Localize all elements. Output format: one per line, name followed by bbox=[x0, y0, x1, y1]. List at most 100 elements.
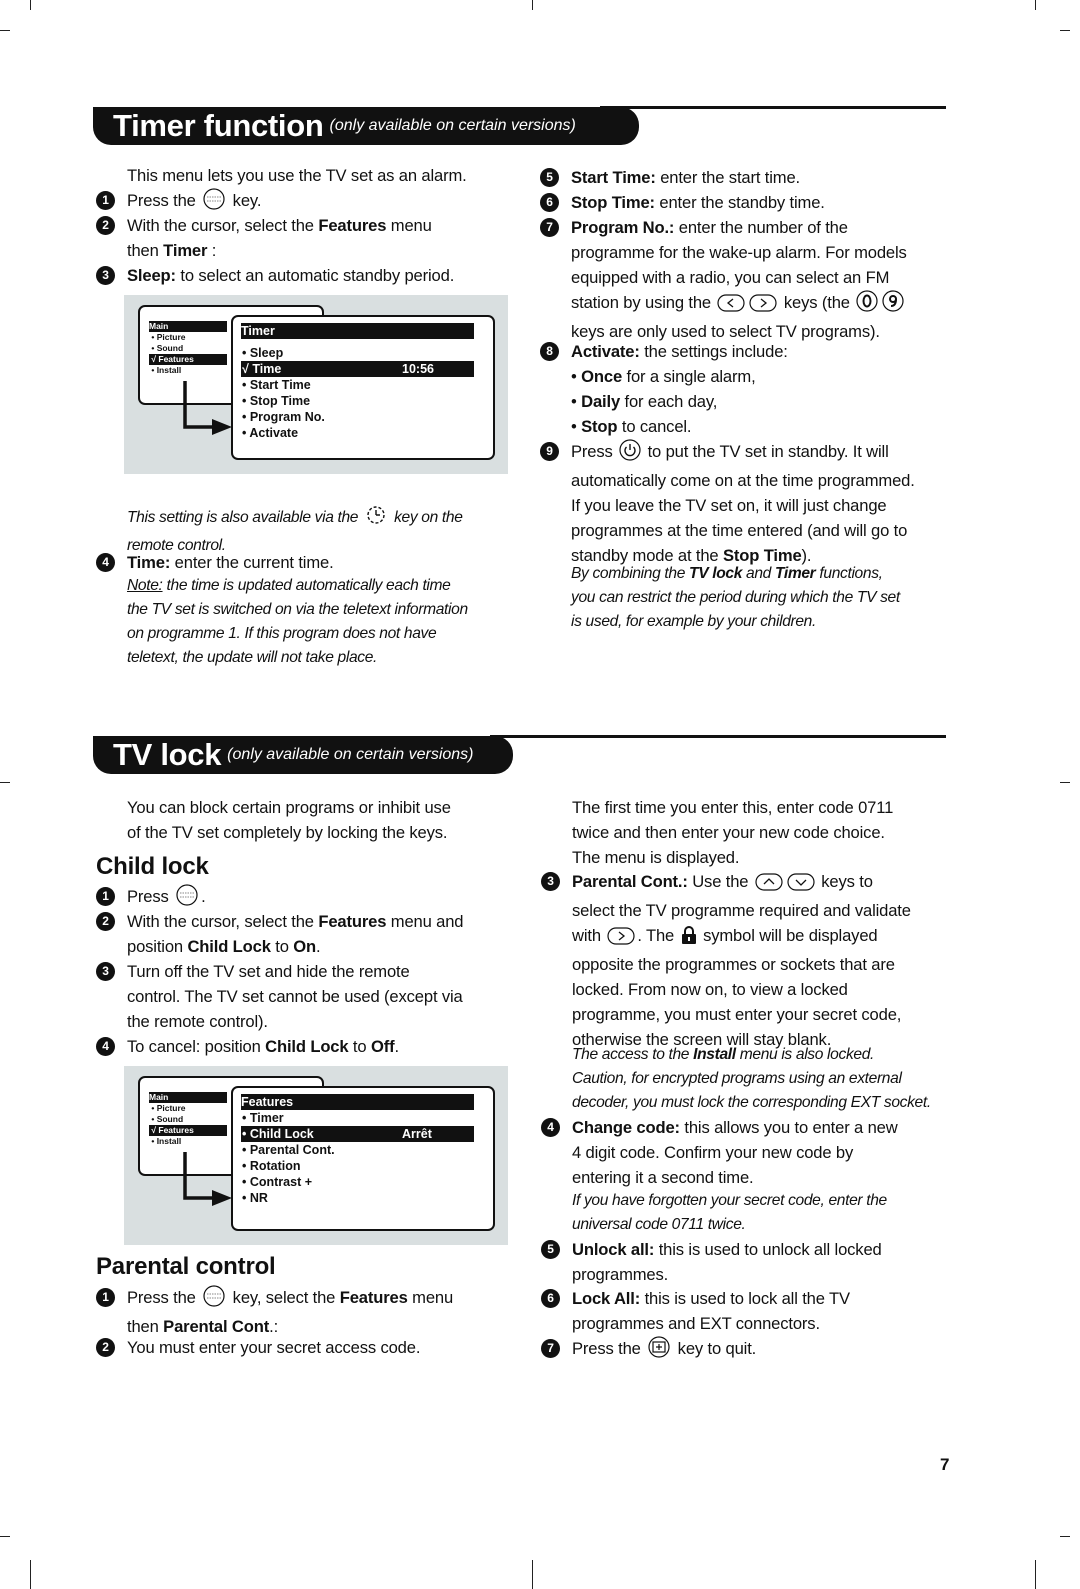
paragraph: The first time you enter this, enter cod… bbox=[572, 795, 893, 870]
bold-text: Parental Cont.: bbox=[572, 872, 688, 891]
numbered-step: 2 You must enter your secret access code. bbox=[96, 1335, 421, 1360]
crop-mark bbox=[1035, 0, 1036, 10]
numbered-step: 3 Sleep: to select an automatic standby p… bbox=[96, 263, 455, 288]
text-run: With the cursor, select the bbox=[127, 912, 319, 931]
text-run: key, select the bbox=[228, 1288, 340, 1307]
text-run: This setting is also available via the bbox=[127, 509, 363, 526]
italic-note: The access to the Install menu is also l… bbox=[572, 1043, 931, 1115]
features-menu-diagram: Main • Picture • Sound √ Features • Inst… bbox=[124, 1066, 508, 1245]
section-title: TV lock bbox=[113, 737, 222, 772]
heading-child-lock: Child lock bbox=[96, 853, 209, 880]
up-key-icon bbox=[755, 873, 783, 898]
paragraph: • Stop to cancel. bbox=[571, 414, 692, 439]
submenu-item: • Contrast + bbox=[241, 1174, 474, 1190]
submenu-item-label: • Sleep bbox=[242, 346, 284, 360]
bold-text: Child Lock bbox=[265, 1037, 349, 1056]
bold-text: Program No.: bbox=[571, 218, 675, 237]
text-run: If you have forgotten your secret code, … bbox=[572, 1192, 887, 1233]
text-run: enter the current time. bbox=[170, 553, 334, 572]
bold-text: Daily bbox=[581, 392, 621, 411]
text-run: Press bbox=[127, 887, 174, 906]
crop-mark bbox=[0, 1536, 10, 1537]
right-key-icon bbox=[607, 927, 635, 952]
text-run: • bbox=[571, 417, 582, 436]
step-number-badge: 2 bbox=[96, 1338, 115, 1357]
text-run: By combining the bbox=[571, 565, 690, 582]
bold-text: Features bbox=[339, 1288, 408, 1307]
step-number-badge: 4 bbox=[541, 1118, 560, 1137]
text-run: . The bbox=[637, 926, 679, 945]
step-number-badge: 1 bbox=[96, 191, 115, 210]
text-run: • bbox=[571, 392, 582, 411]
text-run: to bbox=[270, 937, 294, 956]
crop-mark bbox=[1060, 30, 1070, 31]
submenu-item-value: 10:56 bbox=[402, 362, 434, 376]
text-run: . bbox=[394, 1037, 399, 1056]
text-run: Press the bbox=[127, 1288, 201, 1307]
submenu-item-label: • NR bbox=[242, 1191, 268, 1205]
submenu-item: • Rotation bbox=[241, 1158, 474, 1174]
submenu-item: • Parental Cont. bbox=[241, 1142, 474, 1158]
bold-text: Unlock all: bbox=[572, 1240, 655, 1259]
submenu-item: • Sleep bbox=[241, 345, 474, 361]
page-number: 7 bbox=[940, 1455, 950, 1474]
submenu-item: • Stop Time bbox=[241, 393, 474, 409]
bold-text: Install bbox=[693, 1046, 736, 1063]
section-rule bbox=[490, 735, 946, 738]
submenu-item-label: √ Time bbox=[242, 362, 282, 376]
text-run: to select an automatic standby period. bbox=[175, 266, 455, 285]
submenu-item: • Program No. bbox=[241, 409, 474, 425]
bold-text: Activate: bbox=[571, 342, 640, 361]
text-run: .: bbox=[269, 1317, 279, 1336]
bold-text: Stop Time: bbox=[571, 193, 655, 212]
text-run: • bbox=[571, 367, 582, 386]
text-run: the time is updated automatically each t… bbox=[127, 577, 468, 666]
text-run: for a single alarm, bbox=[622, 367, 756, 386]
crop-mark bbox=[532, 1560, 533, 1589]
numbered-step: 6 Lock All: this is used to lock all the … bbox=[541, 1286, 850, 1336]
text-run: With the cursor, select the bbox=[127, 216, 319, 235]
numbered-step: 3 Turn off the TV set and hide the remote… bbox=[96, 959, 463, 1034]
paragraph: This menu lets you use the TV set as an … bbox=[127, 163, 467, 188]
bold-text: Lock All: bbox=[572, 1289, 641, 1308]
submenu-item-label: • Contrast + bbox=[242, 1175, 313, 1189]
bold-text: Time: bbox=[127, 553, 171, 572]
text-run: The first time you enter this, enter cod… bbox=[572, 798, 894, 867]
bold-text: Stop bbox=[581, 417, 618, 436]
step-number-badge: 1 bbox=[96, 1288, 115, 1307]
step-number-badge: 5 bbox=[540, 168, 559, 187]
section-rule bbox=[600, 106, 946, 109]
submenu-list: Features • Timer • Child Lock Arrêt • Parent… bbox=[241, 1094, 474, 1206]
text-run: This menu lets you use the TV set as an … bbox=[127, 166, 467, 185]
bold-text: Parental Cont bbox=[163, 1317, 270, 1336]
text-run: and bbox=[742, 565, 775, 582]
numbered-step: 8 Activate: the settings include: bbox=[540, 339, 788, 364]
numbered-step: 2 With the cursor, select the Features me… bbox=[96, 909, 464, 959]
submenu-item: • Activate bbox=[241, 425, 474, 441]
submenu-title: Timer bbox=[241, 323, 474, 339]
text-run: To cancel: position bbox=[127, 1037, 266, 1056]
crop-mark bbox=[1060, 1536, 1070, 1537]
lock-key-icon bbox=[681, 925, 697, 952]
paragraph: • Once for a single alarm, bbox=[571, 364, 756, 389]
numbered-step: 5 Start Time: enter the start time. bbox=[540, 165, 800, 190]
section-title: Timer function bbox=[113, 108, 324, 143]
submenu-item: • NR bbox=[241, 1190, 474, 1206]
submenu-item-label: • Rotation bbox=[242, 1159, 301, 1173]
submenu-title: Features bbox=[241, 1094, 474, 1110]
bold-text: Child Lock bbox=[187, 937, 271, 956]
submenu-item: • Child Lock Arrêt bbox=[241, 1126, 474, 1142]
submenu-item-label: • Program No. bbox=[242, 410, 325, 424]
text-run: enter the standby time. bbox=[654, 193, 825, 212]
text-run: enter the start time. bbox=[655, 168, 800, 187]
text-run: You must enter your secret access code. bbox=[127, 1338, 421, 1357]
step-number-badge: 4 bbox=[96, 1037, 115, 1056]
numbered-step: 5 Unlock all: this is used to unlock all … bbox=[541, 1237, 882, 1287]
step-number-badge: 5 bbox=[541, 1240, 560, 1259]
step-number-badge: 7 bbox=[540, 218, 559, 237]
paragraph: • Daily for each day, bbox=[571, 389, 717, 414]
bold-text: Sleep: bbox=[127, 266, 176, 285]
bold-text: Features bbox=[318, 912, 387, 931]
step-number-badge: 3 bbox=[96, 962, 115, 981]
text-run: Note: bbox=[127, 577, 163, 594]
